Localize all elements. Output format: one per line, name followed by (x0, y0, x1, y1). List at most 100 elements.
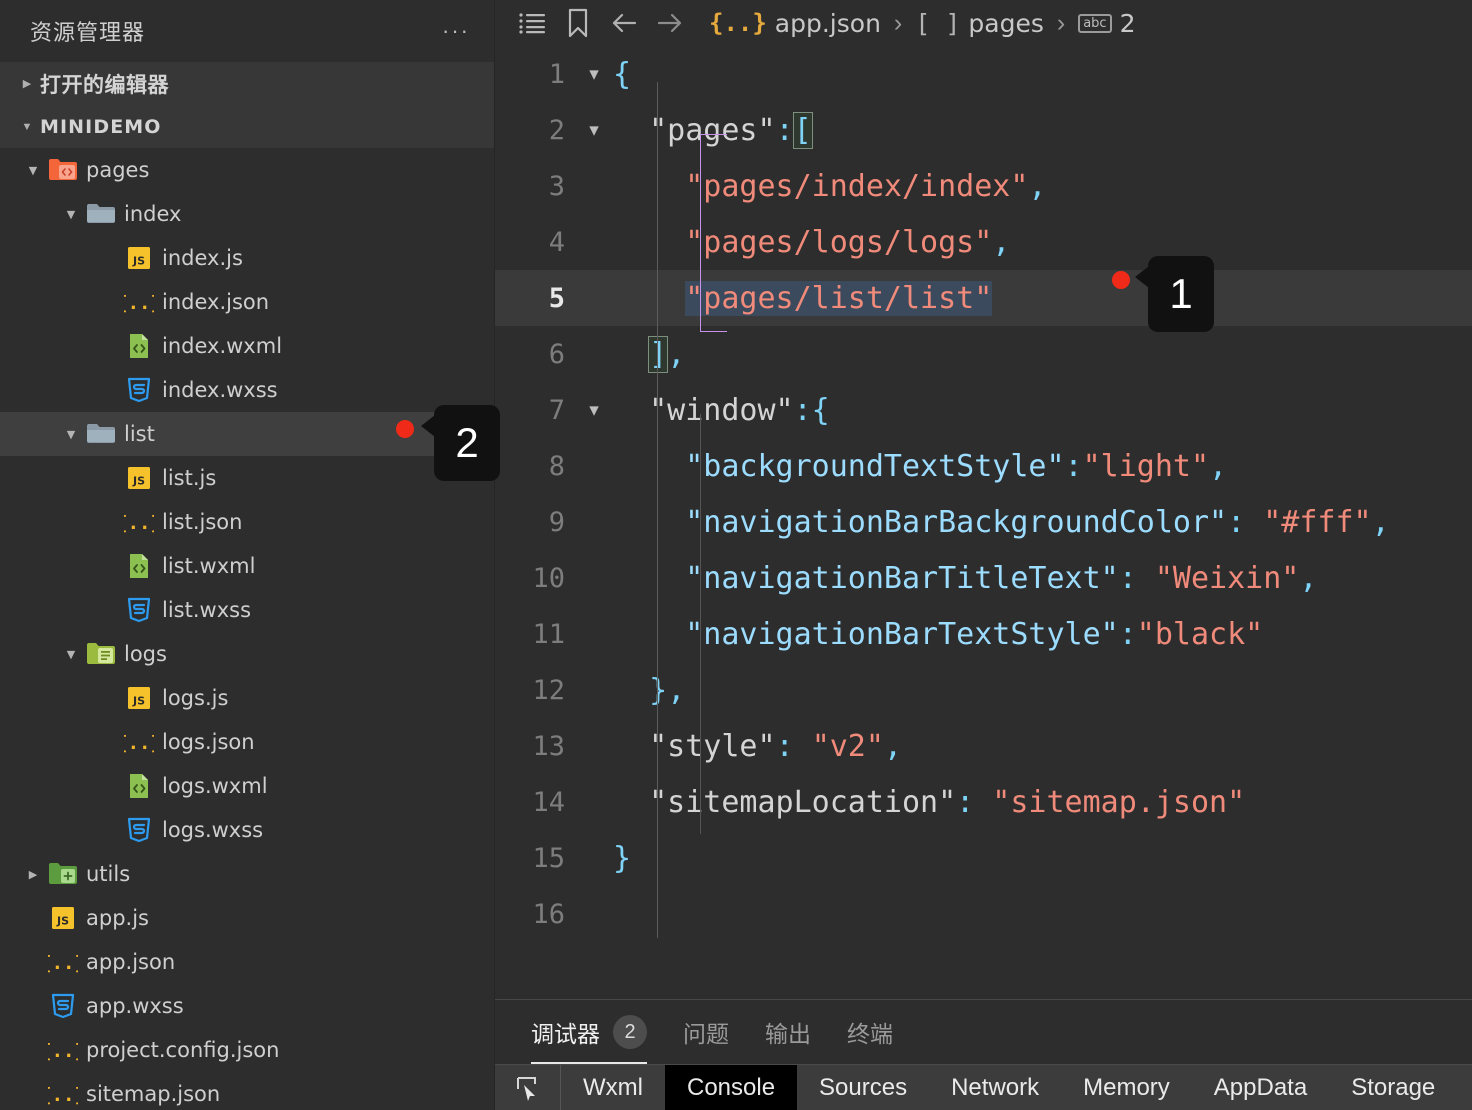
tree-item-label: index (124, 202, 182, 226)
devtools-tab-network[interactable]: Network (929, 1065, 1061, 1110)
breadcrumb: {..} app.json › [ ] pages › abc 2 (495, 0, 1472, 46)
arrow-right-icon[interactable] (647, 3, 693, 43)
tree-file-index-wxss[interactable]: ▶index.wxss (0, 368, 494, 412)
tree-file-index-wxml[interactable]: ▶index.wxml (0, 324, 494, 368)
line-number: 15 (532, 842, 565, 874)
chevron-right-icon: ▶ (22, 78, 32, 90)
tree-file-logs-wxss[interactable]: ▶logs.wxss (0, 808, 494, 852)
code-line[interactable]: 2 ▾ "pages":[ (495, 102, 1472, 158)
tree-file-project-config-json[interactable]: ▶{..}project.config.json (0, 1028, 494, 1072)
code-line[interactable]: 1 ▾{ (495, 46, 1472, 102)
tree-file-app-wxss[interactable]: ▶app.wxss (0, 984, 494, 1028)
bottom-panel: 调试器 2 问题 输出 终端 Wxml Console Sources Network Memo… (495, 999, 1472, 1110)
tree-item-label: pages (86, 158, 150, 182)
devtools-tab-wxml[interactable]: Wxml (561, 1065, 665, 1110)
breadcrumb-item-index[interactable]: abc 2 (1078, 9, 1135, 38)
sidebar-section-open-editors[interactable]: ▶ 打开的编辑器 (0, 62, 494, 105)
code-token: : (1227, 504, 1264, 540)
bookmark-icon[interactable] (555, 3, 601, 43)
code-line[interactable]: 16 (495, 886, 1472, 942)
code-line[interactable]: 8 "backgroundTextStyle":"light", (495, 438, 1472, 494)
breakpoint-marker-dot[interactable] (396, 420, 414, 438)
chevron-down-icon[interactable]: ▼ (60, 208, 82, 221)
tree-folder-utils[interactable]: ▶ utils (0, 852, 494, 896)
devtools-tab-sources[interactable]: Sources (797, 1065, 929, 1110)
breakpoint-marker-dot[interactable] (1112, 271, 1130, 289)
tree-file-app-js[interactable]: ▶JSapp.js (0, 896, 494, 940)
tree-folder-list[interactable]: ▼ list (0, 412, 494, 456)
code-line[interactable]: 5 "pages/list/list" (495, 270, 1472, 326)
devtools-tab-storage[interactable]: Storage (1329, 1065, 1457, 1110)
tree-file-list-js[interactable]: ▶JSlist.js (0, 456, 494, 500)
devtools-tab-strip: Wxml Console Sources Network Memory AppData St… (495, 1064, 1472, 1110)
tree-file-sitemap-json[interactable]: ▶{..}sitemap.json (0, 1072, 494, 1110)
tree-file-list-wxss[interactable]: ▶list.wxss (0, 588, 494, 632)
devtools-tab-appdata[interactable]: AppData (1192, 1065, 1329, 1110)
tree-file-logs-json[interactable]: ▶{..}logs.json (0, 720, 494, 764)
tree-item-label: app.wxss (86, 994, 184, 1018)
wxss-icon (44, 992, 82, 1020)
line-number: 2 (548, 114, 565, 146)
tree-file-index-js[interactable]: ▶JSindex.js (0, 236, 494, 280)
breadcrumb-item-pages[interactable]: [ ] pages (915, 9, 1044, 38)
code-token: "window" (649, 392, 794, 428)
panel-tab-0[interactable]: 调试器 2 (531, 1000, 647, 1064)
tree-folder-index[interactable]: ▼ index (0, 192, 494, 236)
tree-file-app-json[interactable]: ▶{..}app.json (0, 940, 494, 984)
breadcrumb-item-file[interactable]: {..} app.json (709, 9, 881, 38)
wxml-icon (120, 772, 158, 800)
code-editor[interactable]: 1 ▾{2 ▾ "pages":[3 "pages/index/index", 4 "… (495, 46, 1472, 999)
panel-tab-2[interactable]: 输出 (765, 1000, 811, 1064)
code-text: { (613, 57, 631, 92)
code-line[interactable]: 4 "pages/logs/logs", (495, 214, 1472, 270)
code-line[interactable]: 15} (495, 830, 1472, 886)
code-line[interactable]: 12 }, (495, 662, 1472, 718)
sidebar-section-minidemo[interactable]: ▼ MINIDEMO (0, 105, 494, 148)
list-icon[interactable] (509, 3, 555, 43)
svg-text:{..}: {..} (48, 1084, 78, 1106)
fold-chevron-icon[interactable]: ▾ (575, 63, 613, 85)
explorer-more-icon[interactable]: ··· (442, 20, 470, 42)
chevron-down-icon[interactable]: ▼ (60, 648, 82, 661)
line-number: 11 (532, 618, 565, 650)
tree-item-label: logs (124, 642, 167, 666)
tree-file-logs-js[interactable]: ▶JSlogs.js (0, 676, 494, 720)
code-line[interactable]: 9 "navigationBarBackgroundColor": "#fff"… (495, 494, 1472, 550)
fold-chevron-icon[interactable]: ▾ (575, 119, 613, 141)
code-line[interactable]: 7 ▾ "window":{ (495, 382, 1472, 438)
chevron-down-icon[interactable]: ▼ (22, 164, 44, 177)
code-lines: 1 ▾{2 ▾ "pages":[3 "pages/index/index", 4 "… (495, 46, 1472, 942)
tree-folder-logs[interactable]: ▼ logs (0, 632, 494, 676)
tree-folder-pages[interactable]: ▼ pages (0, 148, 494, 192)
chevron-down-icon[interactable]: ▼ (60, 428, 82, 441)
panel-tab-3[interactable]: 终端 (847, 1000, 893, 1064)
line-number: 5 (548, 282, 565, 314)
panel-tab-1[interactable]: 问题 (683, 1000, 729, 1064)
code-line[interactable]: 10 "navigationBarTitleText": "Weixin", (495, 550, 1472, 606)
json-icon: {..} (709, 9, 767, 37)
code-line[interactable]: 6 ], (495, 326, 1472, 382)
tree-file-list-json[interactable]: ▶{..}list.json (0, 500, 494, 544)
line-number: 8 (548, 450, 565, 482)
devtools-tab-memory[interactable]: Memory (1061, 1065, 1192, 1110)
json-icon: {..} (120, 289, 158, 315)
tree-file-logs-wxml[interactable]: ▶logs.wxml (0, 764, 494, 808)
line-number: 7 (548, 394, 565, 426)
code-line[interactable]: 14 "sitemapLocation": "sitemap.json" (495, 774, 1472, 830)
code-line[interactable]: 3 "pages/index/index", (495, 158, 1472, 214)
code-line[interactable]: 13 "style": "v2", (495, 718, 1472, 774)
code-text: "backgroundTextStyle":"light", (613, 449, 1227, 484)
fold-chevron-icon[interactable]: ▾ (575, 399, 613, 421)
chevron-right-icon[interactable]: ▶ (22, 868, 44, 881)
devtools-tab-console[interactable]: Console (664, 1065, 798, 1110)
tree-file-index-json[interactable]: ▶{..}index.json (0, 280, 494, 324)
inspect-cursor-icon[interactable] (495, 1065, 561, 1110)
code-line[interactable]: 11 "navigationBarTextStyle":"black" (495, 606, 1472, 662)
explorer-title: 资源管理器 (30, 21, 146, 46)
tree-file-list-wxml[interactable]: ▶list.wxml (0, 544, 494, 588)
arrow-left-icon[interactable] (601, 3, 647, 43)
